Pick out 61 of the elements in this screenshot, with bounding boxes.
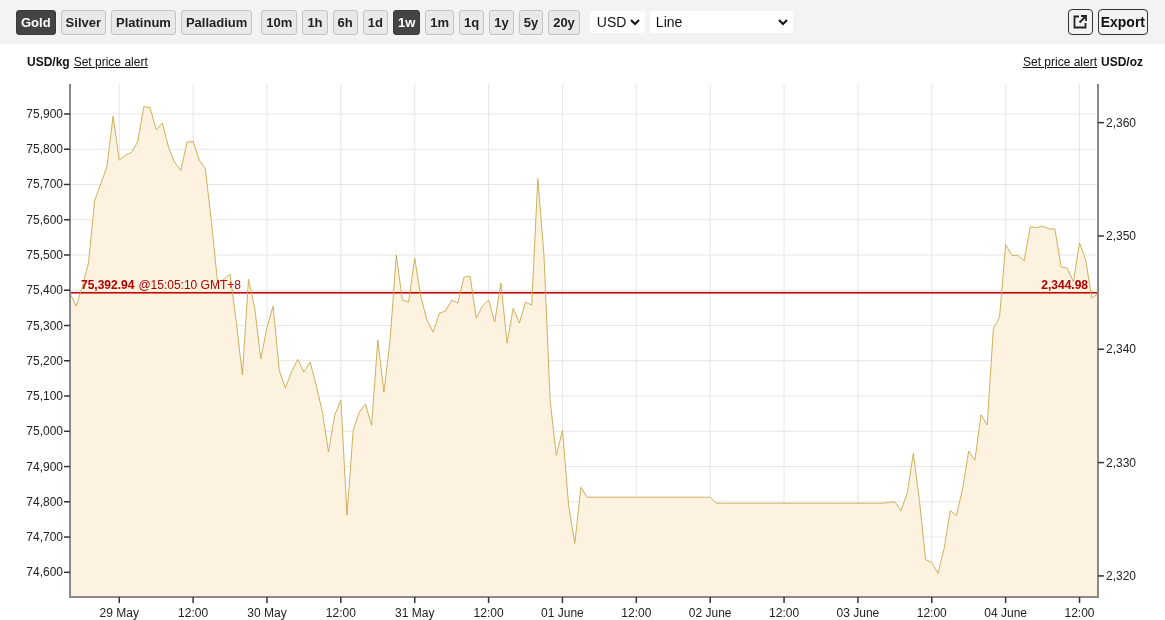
secondary-y-axis-label: 2,320 [1106,568,1137,583]
x-axis-label: 29 May [99,606,139,620]
metal-tab[interactable]: Silver [60,9,107,35]
secondary-y-axis-label: 2,330 [1106,455,1137,470]
external-link-icon [1073,15,1088,29]
y-axis-label: 75,800 [26,142,63,157]
x-axis-label: 12:00 [769,606,800,620]
metal-tab[interactable]: Platinum [111,9,176,35]
secondary-y-axis-label: 2,360 [1106,115,1137,130]
time-range-tab[interactable]: 20y [548,9,580,35]
time-range-tab[interactable]: 5y [518,9,544,35]
x-axis-label: 04 June [984,606,1027,620]
x-axis-label: 12:00 [473,606,504,620]
current-price-label: 75,392.94 [81,277,135,292]
x-axis-label: 12:00 [325,606,356,620]
y-axis-label: 75,900 [26,106,63,121]
y-axis-label: 75,500 [26,248,63,262]
y-axis-label: 75,200 [26,353,63,368]
x-axis-label: 12:00 [916,606,947,620]
x-axis-label: 03 June [836,606,880,620]
export-button[interactable]: Export [1097,9,1148,35]
x-axis-label: 01 June [541,606,584,620]
x-axis-label: 12:00 [178,606,209,620]
x-axis-label: 31 May [395,606,435,620]
time-range-tab[interactable]: 10m [261,9,298,35]
x-axis-label: 12:00 [1064,606,1095,620]
y-axis-label: 75,400 [26,283,63,298]
price-alert-link[interactable]: Set price alert [73,54,148,74]
time-range-tab[interactable]: 6h [332,9,358,35]
unit-label: USD/kg [27,54,70,71]
y-axis-label: 74,700 [26,530,63,545]
y-axis-label: 74,800 [26,494,63,509]
metal-tab[interactable]: Gold [16,9,56,35]
y-axis-label: 74,600 [26,565,63,580]
current-price-oz-label: 2,344.98 [1041,277,1088,292]
y-axis-label: 75,300 [26,318,63,333]
popout-button[interactable] [1067,9,1093,35]
x-axis-label: 30 May [247,606,287,620]
unit-label: USD/oz [1101,54,1143,71]
secondary-y-axis-label: 2,350 [1106,228,1137,243]
secondary-y-axis-label: 2,340 [1106,342,1137,357]
chart-type-dropdown[interactable]: Line [649,11,793,33]
chevron-down-icon [629,18,640,26]
y-axis-label: 75,700 [26,177,63,192]
price-alert-link[interactable]: Set price alert [1022,54,1097,74]
y-axis-label: 75,600 [26,212,63,227]
y-axis-label: 75,100 [26,389,63,404]
time-range-tab[interactable]: 1w [392,9,421,35]
x-axis-label: 02 June [688,606,732,620]
time-range-tab[interactable]: 1m [425,9,455,35]
x-axis-label: 12:00 [621,606,652,620]
time-range-tab[interactable]: 1h [302,9,328,35]
time-range-tab[interactable]: 1y [489,9,514,35]
time-range-tab[interactable]: 1q [459,9,485,35]
currency-dropdown[interactable]: USD [589,11,645,33]
y-axis-label: 75,000 [26,424,63,439]
metal-tab[interactable]: Palladium [180,9,253,35]
chevron-down-icon [777,18,788,26]
time-range-tab[interactable]: 1d [362,9,388,35]
price-time-label: @15:05:10 GMT+8 [138,277,241,292]
y-axis-label: 74,900 [26,459,63,474]
